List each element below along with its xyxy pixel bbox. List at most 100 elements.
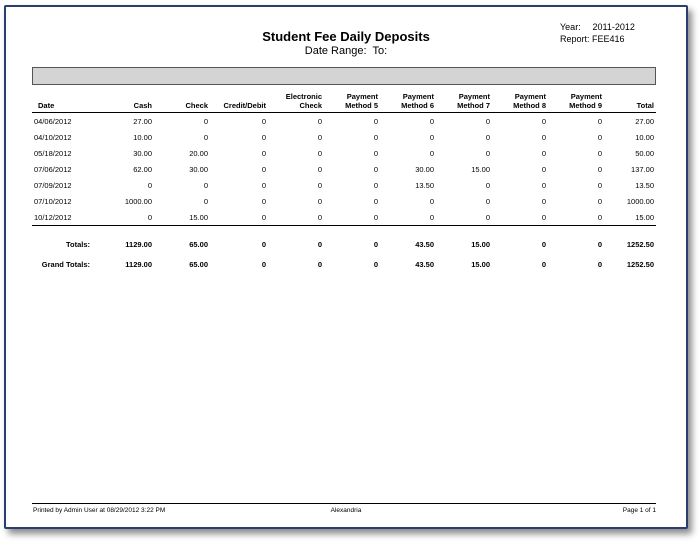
date-to-label: To:	[372, 45, 388, 57]
row-amount-cell: 0	[429, 116, 434, 126]
row-date-cell: 07/06/2012	[34, 164, 72, 174]
row-amount-cell: 27.00	[133, 116, 152, 126]
deposits-table: Date Cash Check Credit/Debit Electronic C…	[32, 88, 656, 274]
row-amount-cell: 30.00	[189, 164, 208, 174]
row-amount-cell: 0	[261, 164, 266, 174]
row-amount-cell: 1000.00	[626, 196, 654, 206]
row-amount-cell: 0	[92, 209, 154, 226]
row-amount-cell: 0	[373, 116, 378, 126]
row-amount-cell: 50.00	[635, 148, 654, 158]
table-body: 04/06/2012 27.00 0 0 0 0 0 0 0 0 27.00 04/10/2012 10…	[32, 113, 656, 275]
footer-page-number: Page 1 of 1	[622, 507, 656, 514]
header-line: Method 5	[345, 101, 378, 110]
header-line: Payment	[514, 92, 546, 101]
col-header-payment-method-6: Payment Method 6	[380, 88, 436, 113]
date-range-label: Date Range:	[304, 45, 367, 57]
row-amount-cell: 0	[485, 116, 490, 126]
totals-amount-cell: 0	[261, 259, 266, 269]
header-line: Electronic	[285, 92, 322, 101]
row-amount-cell: 0	[541, 132, 546, 142]
report-page: Student Fee Daily Deposits Date Range: To…	[6, 7, 686, 527]
row-date-cell: 07/09/2012	[34, 180, 72, 190]
row-amount-cell: 137.00	[631, 164, 654, 174]
row-amount-cell: 0	[597, 148, 602, 158]
totals-amount-cell: 0	[317, 259, 322, 269]
col-header-electronic-check: Electronic Check	[268, 88, 324, 113]
row-date-cell: 05/18/2012	[34, 148, 72, 158]
table-row: 04/10/2012 10.00 0 0 0 0 0 0 0 0 10.00	[32, 129, 656, 145]
row-amount-cell: 0	[317, 116, 322, 126]
row-amount-cell: 0	[429, 148, 434, 158]
row-amount-cell: 62.00	[133, 164, 152, 174]
totals-amount-cell: 1252.50	[626, 259, 654, 269]
row-date-cell: 10/12/2012	[32, 209, 92, 226]
row-amount-cell: 0	[597, 164, 602, 174]
totals-amount-cell: 0	[541, 259, 546, 269]
row-amount-cell: 0	[492, 209, 548, 226]
footer-divider	[32, 503, 656, 504]
table-row: 10/12/2012 0 15.00 0 0 0 0 0 0 0 15.00	[32, 209, 656, 226]
grand-totals-row: Grand Totals: 1129.00 65.00 0 0 0 43.50 15.00 0 0…	[32, 254, 656, 274]
group-header-bar	[32, 67, 656, 85]
row-amount-cell: 13.50	[415, 180, 434, 190]
header-line: Method 6	[401, 101, 434, 110]
row-amount-cell: 30.00	[415, 164, 434, 174]
row-amount-cell: 0	[373, 148, 378, 158]
row-amount-cell: 0	[485, 196, 490, 206]
row-amount-cell: 0	[380, 209, 436, 226]
row-amount-cell: 0	[541, 180, 546, 190]
row-amount-cell: 0	[203, 180, 208, 190]
row-amount-cell: 0	[317, 196, 322, 206]
spacer-row	[32, 226, 656, 235]
row-amount-cell: 0	[541, 116, 546, 126]
header-line: Method 8	[513, 101, 546, 110]
col-header-payment-method-7: Payment Method 7	[436, 88, 492, 113]
row-amount-cell: 0	[324, 209, 380, 226]
col-header-payment-method-5: Payment Method 5	[324, 88, 380, 113]
row-amount-cell: 0	[541, 148, 546, 158]
row-amount-cell: 0	[317, 132, 322, 142]
row-amount-cell: 0	[261, 180, 266, 190]
totals-amount-cell: 43.50	[415, 259, 434, 269]
table-row: 07/10/2012 1000.00 0 0 0 0 0 0 0 0 1000.00	[32, 193, 656, 209]
col-header-payment-method-8: Payment Method 8	[492, 88, 548, 113]
totals-amount-cell: 0	[597, 239, 602, 249]
totals-amount-cell: 15.00	[471, 239, 490, 249]
col-header-payment-method-9: Payment Method 9	[548, 88, 604, 113]
row-date-cell: 04/06/2012	[34, 116, 72, 126]
row-amount-cell: 0	[210, 209, 268, 226]
table-row: 04/06/2012 27.00 0 0 0 0 0 0 0 0 27.00	[32, 113, 656, 130]
row-amount-cell: 0	[373, 196, 378, 206]
row-amount-cell: 13.50	[635, 180, 654, 190]
totals-amount-cell: 65.00	[189, 239, 208, 249]
row-amount-cell: 30.00	[133, 148, 152, 158]
report-page-frame: Student Fee Daily Deposits Date Range: To…	[4, 5, 688, 529]
report-label: Report:	[560, 34, 590, 44]
table-row: 07/06/2012 62.00 30.00 0 0 0 30.00 15.00 0 0 137.0…	[32, 161, 656, 177]
row-amount-cell: 0	[548, 209, 604, 226]
table-row: 05/18/2012 30.00 20.00 0 0 0 0 0 0 0 50.00	[32, 145, 656, 161]
row-amount-cell: 0	[203, 196, 208, 206]
col-header-total: Total	[604, 88, 656, 113]
header-line: Payment	[346, 92, 378, 101]
totals-amount-cell: 0	[373, 239, 378, 249]
year-meta: Year: 2011-2012	[560, 22, 635, 32]
row-amount-cell: 15.00	[604, 209, 656, 226]
totals-amount-cell: 0	[317, 239, 322, 249]
totals-amount-cell: 65.00	[189, 259, 208, 269]
year-label: Year:	[560, 22, 581, 32]
row-amount-cell: 0	[485, 132, 490, 142]
row-amount-cell: 0	[203, 132, 208, 142]
totals-amount-cell: 15.00	[471, 259, 490, 269]
totals-amount-cell: 0	[261, 239, 266, 249]
footer-location: Alexandria	[330, 507, 362, 514]
col-header-cash: Cash	[92, 88, 154, 113]
date-range: Date Range: To:	[6, 45, 686, 57]
row-amount-cell: 0	[317, 148, 322, 158]
row-amount-cell: 0	[597, 180, 602, 190]
row-amount-cell: 0	[485, 148, 490, 158]
row-amount-cell: 15.00	[154, 209, 210, 226]
report-id-meta: Report: FEE416	[560, 34, 625, 44]
row-amount-cell: 0	[373, 164, 378, 174]
row-amount-cell: 15.00	[471, 164, 490, 174]
